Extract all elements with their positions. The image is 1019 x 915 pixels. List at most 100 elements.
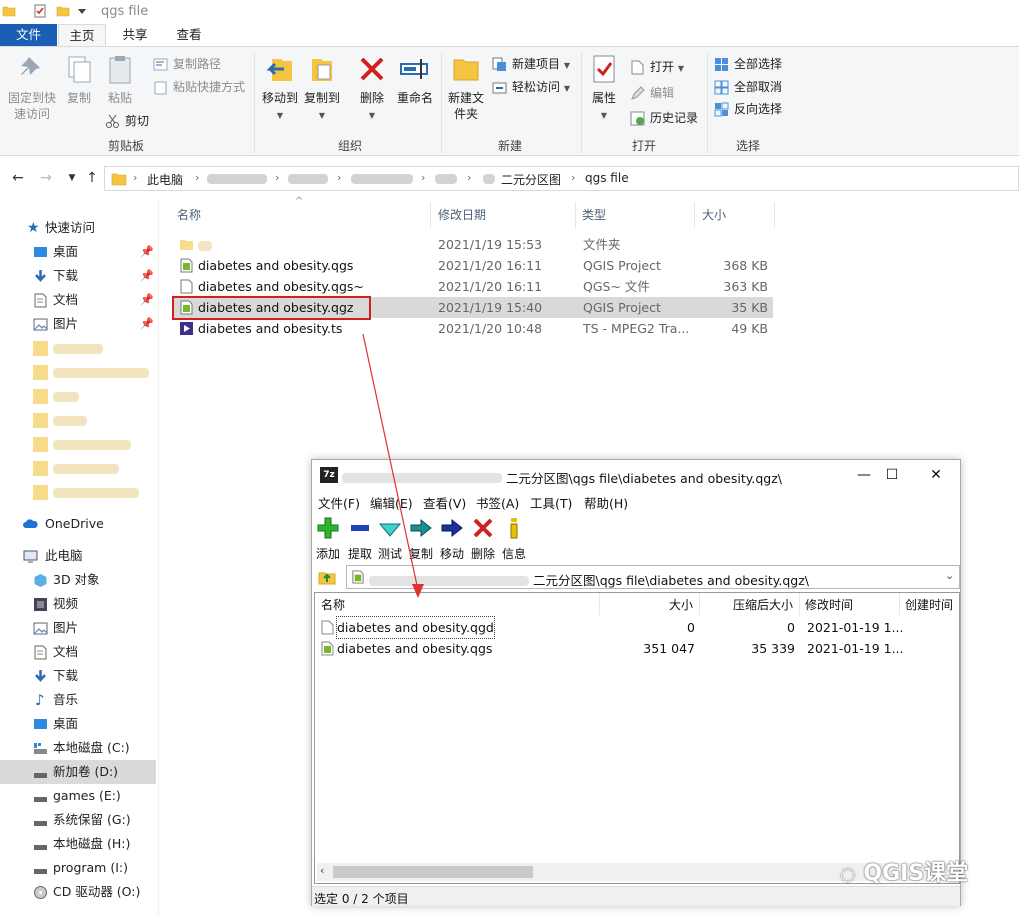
new-folder-button[interactable]: 新建文件夹 [446, 53, 486, 122]
easy-access-button[interactable]: 轻松访问 ▼ [492, 77, 570, 97]
nav-drive-e[interactable]: games (E:) [0, 784, 156, 808]
column-header-modified[interactable]: 修改时间 [805, 596, 853, 613]
column-header-type[interactable]: 类型 [582, 206, 606, 223]
nav-documents[interactable]: 文档 📌 [0, 288, 156, 312]
breadcrumb-blurred[interactable] [483, 171, 495, 185]
menu-tools[interactable]: 工具(T) [530, 493, 572, 512]
nav-drive-i[interactable]: program (I:) [0, 856, 156, 880]
scrollbar-thumb[interactable] [333, 866, 533, 878]
column-separator[interactable] [575, 202, 576, 228]
breadcrumb-blurred[interactable] [435, 171, 457, 185]
column-separator[interactable] [699, 593, 700, 615]
archive-row[interactable]: diabetes and obesity.qgd 0 0 2021-01-19 … [319, 616, 959, 639]
address-bar[interactable]: › 此电脑 › › › › › 二元分区图 › qgs file [104, 166, 1019, 191]
select-all-button[interactable]: 全部选择 [714, 54, 782, 74]
pin-quick-access-button[interactable]: 固定到快速访问 [4, 53, 60, 122]
breadcrumb-blurred[interactable] [207, 171, 267, 185]
nav-pictures-pc[interactable]: 图片 [0, 616, 156, 640]
copy-to-button[interactable]: 复制到 ▼ [303, 53, 341, 124]
properties-icon[interactable] [33, 4, 47, 18]
breadcrumb-folder[interactable]: 二元分区图 [501, 171, 561, 188]
column-separator[interactable] [899, 593, 900, 615]
breadcrumb-this-pc[interactable]: 此电脑 [147, 171, 183, 188]
invert-selection-button[interactable]: 反向选择 [714, 99, 782, 119]
nav-desktop[interactable]: 桌面 📌 [0, 240, 156, 264]
chevron-down-icon[interactable]: ⌄ [945, 569, 954, 582]
nav-quick-access[interactable]: ★ 快速访问 [0, 216, 156, 240]
nav-this-pc[interactable]: 此电脑 [0, 544, 156, 568]
move-to-button[interactable]: 移动到 ▼ [261, 53, 299, 124]
nav-blurred-folder[interactable] [0, 408, 156, 432]
tab-home[interactable]: 主页 [58, 24, 106, 47]
nav-3d-objects[interactable]: 3D 对象 [0, 568, 156, 592]
nav-downloads[interactable]: 下载 📌 [0, 264, 156, 288]
column-separator[interactable] [599, 593, 600, 615]
menu-view[interactable]: 查看(V) [423, 493, 466, 512]
tab-file[interactable]: 文件 [0, 24, 57, 46]
open-button[interactable]: 打开 ▼ [630, 57, 684, 77]
column-header-size[interactable]: 大小 [702, 206, 726, 223]
move-button[interactable]: 移动 [436, 514, 468, 562]
nav-onedrive[interactable]: OneDrive [0, 512, 156, 536]
nav-blurred-folder[interactable] [0, 480, 156, 504]
extract-button[interactable]: 提取 [344, 514, 376, 562]
test-button[interactable]: 测试 [374, 514, 406, 562]
paste-shortcut-button[interactable]: 粘贴快捷方式 [153, 77, 245, 97]
nav-drive-d[interactable]: 新加卷 (D:) [0, 760, 156, 784]
column-header-modified[interactable]: 修改日期 [438, 206, 486, 223]
nav-desktop-pc[interactable]: 桌面 [0, 712, 156, 736]
nav-downloads-pc[interactable]: 下载 [0, 664, 156, 688]
file-row[interactable]: 2021/1/19 15:53 文件夹 [173, 234, 773, 255]
column-header-name[interactable]: 名称 [321, 596, 345, 613]
breadcrumb-current[interactable]: qgs file [585, 171, 629, 185]
nav-blurred-folder[interactable] [0, 432, 156, 456]
rename-button[interactable]: 重命名 [394, 53, 436, 106]
nav-music[interactable]: ♪ 音乐 [0, 688, 156, 712]
nav-drive-o[interactable]: CD 驱动器 (O:) [0, 880, 156, 904]
file-row[interactable]: diabetes and obesity.ts 2021/1/20 10:48 … [173, 318, 773, 339]
tab-share[interactable]: 共享 [110, 24, 160, 46]
history-button[interactable]: 历史记录 [630, 108, 698, 128]
chevron-left-icon[interactable]: ‹ [320, 864, 324, 877]
copy-path-button[interactable]: 复制路径 [153, 54, 221, 74]
column-separator[interactable] [774, 202, 775, 228]
nav-blurred-folder[interactable] [0, 384, 156, 408]
menu-help[interactable]: 帮助(H) [584, 493, 628, 512]
up-arrow-icon[interactable]: ↑ [82, 168, 102, 188]
column-header-packed[interactable]: 压缩后大小 [733, 596, 793, 613]
nav-blurred-folder[interactable] [0, 336, 156, 360]
new-folder-icon[interactable] [56, 4, 70, 18]
column-header-created[interactable]: 创建时间 [905, 596, 953, 613]
back-arrow-icon[interactable]: ← [8, 168, 28, 188]
column-separator[interactable] [430, 202, 431, 228]
archive-row[interactable]: diabetes and obesity.qgs 351 047 35 339 … [319, 638, 959, 659]
chevron-down-icon[interactable] [75, 4, 89, 18]
edit-button[interactable]: 编辑 [630, 83, 674, 103]
column-separator[interactable] [694, 202, 695, 228]
properties-button[interactable]: 属性 ▼ [588, 53, 620, 124]
maximize-icon[interactable]: ☐ [872, 463, 912, 487]
forward-arrow-icon[interactable]: → [36, 168, 56, 188]
menu-edit[interactable]: 编辑(E) [370, 493, 413, 512]
column-separator[interactable] [799, 593, 800, 615]
copy-button[interactable]: 复制 [63, 53, 95, 106]
column-header-name[interactable]: 名称 [177, 206, 201, 223]
breadcrumb-blurred[interactable] [351, 171, 413, 185]
close-icon[interactable]: ✕ [916, 463, 956, 487]
breadcrumb-blurred[interactable] [288, 171, 328, 185]
up-folder-icon[interactable] [318, 568, 336, 586]
select-none-button[interactable]: 全部取消 [714, 77, 782, 97]
menu-file[interactable]: 文件(F) [318, 493, 360, 512]
7zip-path-input[interactable]: 二元分区图\qgs file\diabetes and obesity.qgz\… [346, 565, 960, 589]
file-row[interactable]: diabetes and obesity.qgs 2021/1/20 16:11… [173, 255, 773, 276]
nav-drive-g[interactable]: 系统保留 (G:) [0, 808, 156, 832]
tab-view[interactable]: 查看 [164, 24, 214, 46]
folder-icon[interactable] [2, 4, 16, 18]
nav-drive-c[interactable]: 本地磁盘 (C:) [0, 736, 156, 760]
cut-button[interactable]: 剪切 [105, 111, 149, 131]
add-button[interactable]: 添加 [312, 514, 344, 562]
new-item-button[interactable]: 新建项目 ▼ [492, 54, 570, 74]
column-header-size[interactable]: 大小 [669, 596, 693, 613]
nav-blurred-folder[interactable] [0, 456, 156, 480]
delete-button[interactable]: 删除 ▼ [356, 53, 388, 124]
